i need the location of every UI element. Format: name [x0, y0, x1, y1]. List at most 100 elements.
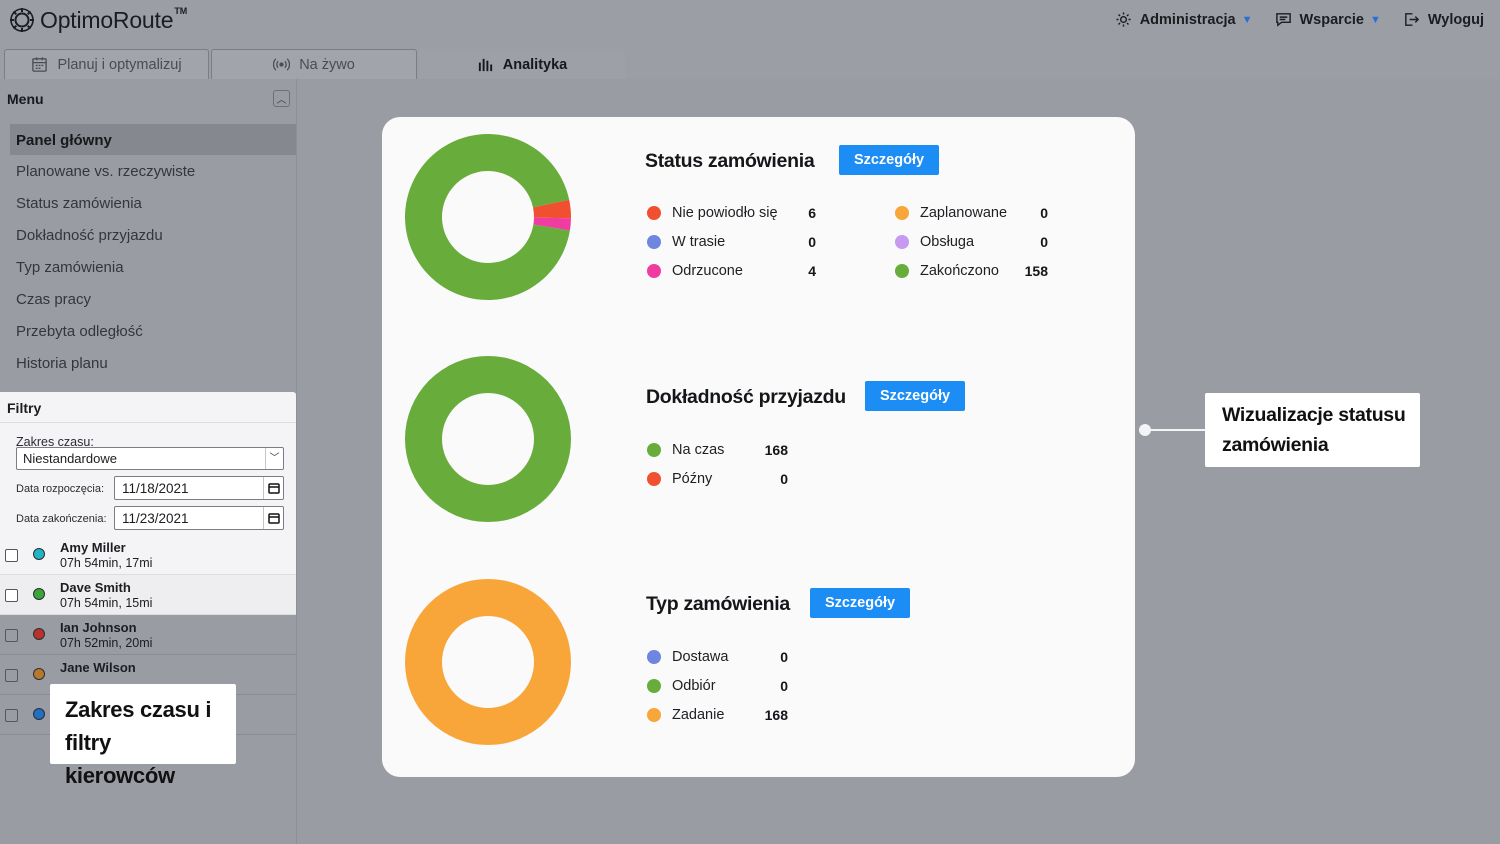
donut-slice-zadanie[interactable]: [405, 578, 571, 746]
legend-dot: [647, 708, 661, 722]
driver-checkbox[interactable]: [5, 589, 18, 602]
legend-label: Odbiór: [672, 678, 716, 694]
driver-color-dot: [33, 588, 45, 600]
chevron-down-icon: ▼: [1241, 13, 1253, 26]
calendar-icon: [32, 57, 48, 72]
logout-icon: [1405, 13, 1419, 26]
callout-connector-line: [1145, 429, 1205, 431]
tab-label: Na żywo: [299, 56, 355, 73]
driver-stats: 07h 54min, 15mi: [60, 596, 153, 610]
legend-label: Nie powiodło się: [672, 205, 778, 221]
chevron-down-icon: ▼: [1369, 13, 1381, 26]
legend-label: Odrzucone: [672, 263, 743, 279]
legend-dot: [647, 650, 661, 664]
calendar-icon[interactable]: [263, 507, 283, 529]
legend-label: Dostawa: [672, 649, 729, 665]
driver-stats: 07h 54min, 17mi: [60, 556, 153, 570]
admin-label: Administracja: [1139, 11, 1236, 28]
tab-live[interactable]: Na żywo: [211, 49, 417, 79]
legend-dot: [647, 235, 661, 249]
arrival-accuracy-title: Dokładność przyjazdu: [646, 386, 846, 408]
legend-dot: [895, 206, 909, 220]
legend-value: 0: [780, 649, 788, 665]
legend-label: W trasie: [672, 234, 726, 250]
end-date-value: 11/23/2021: [122, 511, 189, 526]
driver-stats: 07h 52min, 20mi: [60, 636, 153, 650]
order-type-donut: [405, 578, 571, 746]
callout-line: filtry kierowców: [65, 730, 175, 788]
legend-rejected: Odrzucone: [647, 261, 743, 281]
driver-name: Dave Smith: [60, 580, 131, 595]
arrival-accuracy-donut: [405, 355, 571, 523]
collapse-menu-button[interactable]: ︿: [273, 90, 290, 107]
legend-value: 0: [780, 678, 788, 694]
legend-task: Zadanie: [647, 705, 724, 725]
sidebar-item-plan-history[interactable]: Historia planu: [10, 348, 296, 380]
start-date-input[interactable]: 11/18/2021: [114, 476, 284, 500]
order-type-details-button[interactable]: Szczegóły: [810, 588, 910, 618]
legend-value: 4: [808, 263, 816, 279]
donut-slice-na-czas[interactable]: [405, 355, 571, 523]
order-status-details-button[interactable]: Szczegóły: [839, 145, 939, 175]
driver-name: Jane Wilson: [60, 660, 136, 675]
tab-label: Planuj i optymalizuj: [57, 56, 182, 73]
sidebar-item-planned-vs-actual[interactable]: Planowane vs. rzeczywiste: [10, 156, 296, 188]
legend-dot: [895, 264, 909, 278]
legend-label: Na czas: [672, 442, 725, 458]
tab-analytics[interactable]: Analityka: [419, 49, 625, 79]
callout-time-range-filters: Zakres czasu i filtry kierowców: [50, 684, 236, 788]
tab-plan-optimize[interactable]: Planuj i optymalizuj: [4, 49, 209, 79]
driver-row[interactable]: Ian Johnson 07h 52min, 20mi: [0, 615, 296, 655]
broadcast-icon: [273, 58, 291, 71]
arrival-accuracy-details-button[interactable]: Szczegóły: [865, 381, 965, 411]
sidebar-item-working-time[interactable]: Czas pracy: [10, 284, 296, 316]
support-menu[interactable]: Wsparcie ▼: [1275, 11, 1381, 28]
start-date-label: Data rozpoczęcia:: [16, 483, 105, 495]
driver-checkbox[interactable]: [5, 709, 18, 722]
legend-value: 168: [764, 442, 788, 458]
legend-label: Zadanie: [672, 707, 725, 723]
top-nav: Administracja ▼ Wsparcie ▼ Wyloguj: [1115, 11, 1484, 28]
bar-chart-icon: [478, 58, 492, 72]
end-date-input[interactable]: 11/23/2021: [114, 506, 284, 530]
legend-label: Obsługa: [920, 234, 975, 250]
logout-button[interactable]: Wyloguj: [1403, 11, 1484, 28]
divider: [0, 422, 296, 423]
sidebar-item-dashboard[interactable]: Panel główny: [10, 124, 296, 155]
tab-bar: Planuj i optymalizuj Na żywo Analityka: [0, 45, 1500, 79]
start-date-value: 11/18/2021: [122, 481, 189, 496]
analytics-card: Status zamówienia Szczegóły Nie powiodło…: [382, 117, 1135, 777]
sidebar-item-distance[interactable]: Przebyta odległość: [10, 316, 296, 348]
legend-dot: [647, 679, 661, 693]
logout-label: Wyloguj: [1427, 11, 1484, 28]
sidebar-item-order-type[interactable]: Typ zamówienia: [10, 252, 296, 284]
legend-dot: [647, 206, 661, 220]
legend-service: Obsługa: [895, 232, 974, 252]
callout-line: Wizualizacje statusu: [1222, 404, 1406, 426]
legend-delivery: Dostawa: [647, 647, 728, 667]
settings-gear-icon: [1116, 12, 1131, 27]
end-date-label: Data zakończenia:: [16, 513, 107, 525]
sidebar-item-order-status[interactable]: Status zamówienia: [10, 188, 296, 220]
legend-label: Późny: [672, 471, 713, 487]
logo[interactable]: OptimoRoute TM: [8, 6, 187, 34]
sidebar-item-arrival-accuracy[interactable]: Dokładność przyjazdu: [10, 220, 296, 252]
menu-title: Menu: [7, 91, 44, 107]
driver-checkbox[interactable]: [5, 669, 18, 682]
legend-on-time: Na czas: [647, 440, 724, 460]
calendar-icon[interactable]: [263, 477, 283, 499]
order-status-donut: [405, 134, 571, 300]
driver-row[interactable]: Dave Smith 07h 54min, 15mi: [0, 575, 296, 615]
legend-scheduled: Zaplanowane: [895, 203, 1007, 223]
legend-label: Zaplanowane: [920, 205, 1008, 221]
driver-checkbox[interactable]: [5, 629, 18, 642]
driver-row[interactable]: Amy Miller 07h 54min, 17mi: [0, 535, 296, 575]
support-label: Wsparcie: [1299, 11, 1364, 28]
driver-checkbox[interactable]: [5, 549, 18, 562]
time-range-select[interactable]: Niestandardowe ﹀: [16, 447, 284, 470]
driver-color-dot: [33, 628, 45, 640]
legend-value: 0: [1040, 205, 1048, 221]
gear-logo-icon: [10, 8, 34, 32]
chat-bubble-icon: [1275, 13, 1291, 27]
admin-menu[interactable]: Administracja ▼: [1115, 11, 1253, 28]
